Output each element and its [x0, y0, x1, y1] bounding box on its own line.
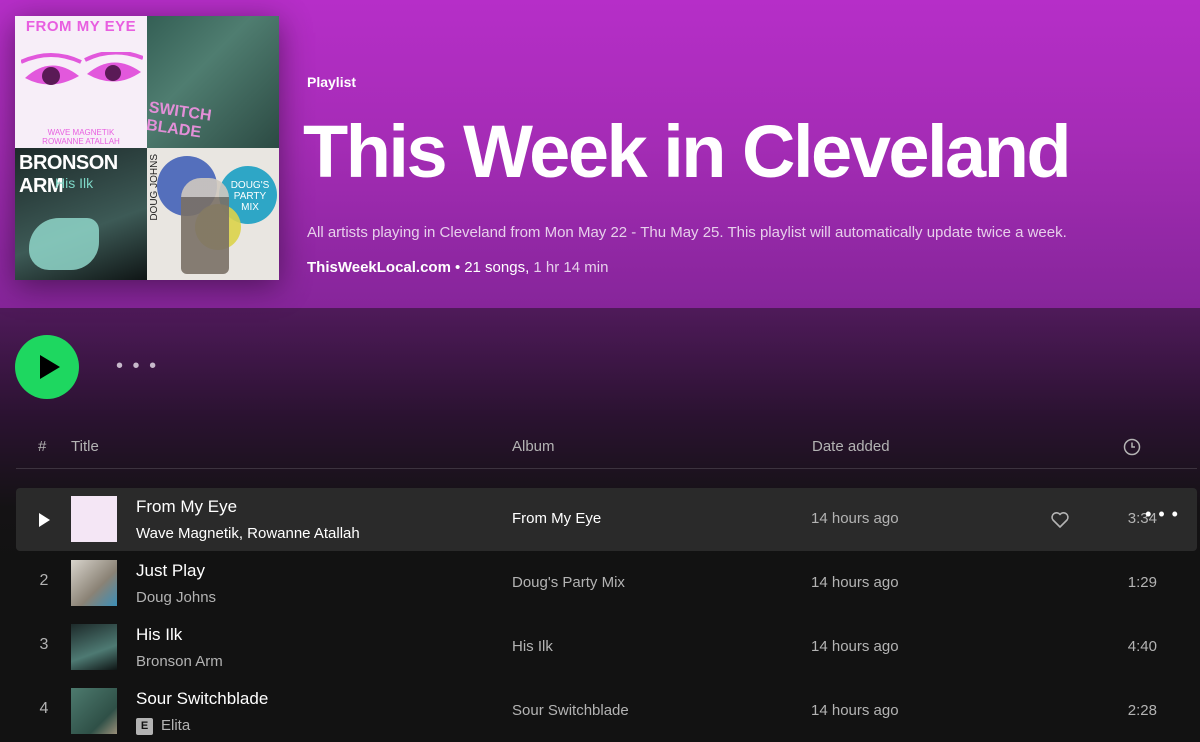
track-album[interactable]: Sour Switchblade — [512, 702, 629, 719]
track-artists[interactable]: Doug Johns — [136, 589, 216, 606]
table-row[interactable]: 4 Sour Switchblade E Elita Sour Switchbla… — [16, 680, 1197, 742]
track-index: 2 — [39, 572, 49, 589]
explicit-badge: E — [136, 718, 153, 735]
eyes-art — [21, 52, 143, 85]
track-index: 3 — [39, 636, 49, 653]
col-header-title[interactable]: Title — [71, 438, 99, 455]
song-count: 21 songs, — [464, 259, 530, 276]
track-album[interactable]: His Ilk — [512, 638, 553, 655]
child-photo — [181, 178, 229, 274]
track-artists[interactable]: Bronson Arm — [136, 653, 223, 670]
playlist-meta: ThisWeekLocal.com • 21 songs, 1 hr 14 min — [307, 259, 608, 276]
track-artists-line: E Elita — [136, 717, 190, 735]
col-header-date-added[interactable]: Date added — [812, 438, 890, 455]
play-button[interactable] — [15, 335, 79, 399]
separator: • — [454, 259, 461, 276]
cover-tile-bronson-arm: BRONSON ARM His Ilk — [15, 148, 147, 280]
track-thumbnail — [71, 624, 117, 670]
track-date-added: 14 hours ago — [811, 638, 899, 655]
track-duration: 4:40 — [1127, 638, 1157, 655]
clock-icon[interactable] — [1123, 438, 1141, 456]
table-header-divider — [16, 468, 1197, 469]
cover-tile-text: SWITCH BLADE — [147, 99, 213, 142]
track-date-added: 14 hours ago — [811, 702, 899, 719]
total-duration: 1 hr 14 min — [533, 259, 609, 276]
playlist-description: All artists playing in Cleveland from Mo… — [307, 224, 1067, 241]
cover-tile-title: DOUG'S PARTY MIX — [230, 180, 270, 213]
track-thumbnail — [71, 560, 117, 606]
table-row[interactable]: 3 His Ilk Bronson Arm His Ilk 14 hours a… — [16, 616, 1197, 679]
track-duration: 1:29 — [1127, 574, 1157, 591]
play-icon — [39, 355, 60, 379]
track-thumbnail — [71, 496, 117, 542]
cover-tile-from-my-eye: FROM MY EYE WAVE MAGNETIK ROWANNE ATALLA… — [15, 16, 147, 148]
track-artists[interactable]: Elita — [161, 717, 190, 734]
cover-tile-artists: WAVE MAGNETIK ROWANNE ATALLAH — [42, 128, 120, 146]
track-title[interactable]: Just Play — [136, 561, 205, 581]
col-header-album[interactable]: Album — [512, 438, 555, 455]
track-title[interactable]: His Ilk — [136, 625, 182, 645]
playlist-type-label: Playlist — [307, 74, 357, 90]
play-icon[interactable] — [39, 513, 50, 527]
cover-tile-subtitle: His Ilk — [55, 175, 94, 191]
table-row[interactable]: From My Eye Wave Magnetik, Rowanne Atall… — [16, 488, 1197, 551]
track-album[interactable]: From My Eye — [512, 510, 601, 527]
page-title: This Week in Cleveland — [303, 110, 1072, 193]
cover-tile-title: FROM MY EYE — [25, 18, 137, 35]
track-album[interactable]: Doug's Party Mix — [512, 574, 625, 591]
track-title[interactable]: From My Eye — [136, 497, 237, 517]
track-more-options-button[interactable]: • • • — [1145, 504, 1179, 525]
track-artists[interactable]: Wave Magnetik, Rowanne Atallah — [136, 525, 360, 542]
heart-icon[interactable] — [1050, 510, 1070, 530]
track-duration: 2:28 — [1127, 702, 1157, 719]
track-date-added: 14 hours ago — [811, 574, 899, 591]
track-title[interactable]: Sour Switchblade — [136, 689, 268, 709]
track-index: 4 — [39, 700, 49, 717]
playlist-cover[interactable]: FROM MY EYE WAVE MAGNETIK ROWANNE ATALLA… — [15, 16, 279, 280]
cover-tile-artist: DOUG JOHNS — [149, 154, 160, 221]
hand-art — [29, 218, 99, 270]
more-options-button[interactable]: • • • — [116, 355, 158, 378]
cover-tile-dougs-party-mix: DOUG JOHNS DOUG'S PARTY MIX — [147, 148, 279, 280]
owner-link[interactable]: ThisWeekLocal.com — [307, 259, 451, 276]
col-header-index: # — [38, 438, 47, 455]
track-date-added: 14 hours ago — [811, 510, 899, 527]
track-thumbnail — [71, 688, 117, 734]
cover-tile-switchblade: SWITCH BLADE — [147, 16, 279, 148]
table-row[interactable]: 2 Just Play Doug Johns Doug's Party Mix … — [16, 552, 1197, 615]
